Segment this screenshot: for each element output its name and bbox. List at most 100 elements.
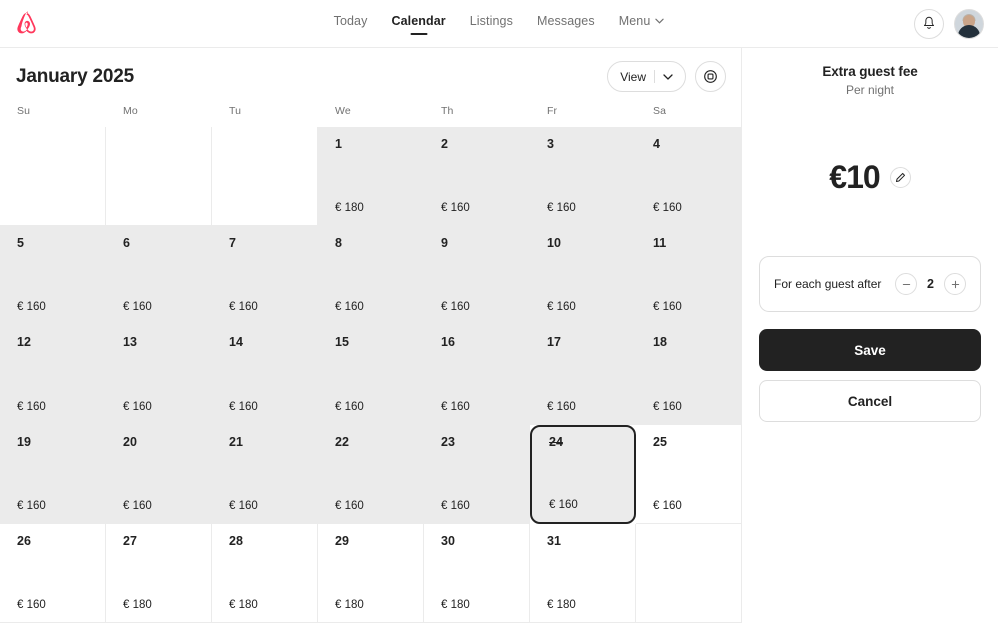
calendar-day-cell[interactable]: 20 € 160 — [106, 424, 212, 524]
day-number: 29 — [335, 533, 349, 548]
view-button-label: View — [620, 69, 646, 84]
page-body: January 2025 View Su Mo Tu We Th Fr Sa 1… — [0, 48, 998, 623]
extra-guest-fee-panel: Extra guest fee Per night €10 For each g… — [742, 48, 998, 623]
stepper-value: 2 — [927, 277, 934, 291]
day-price: € 160 — [653, 202, 682, 215]
stepper-controls: 2 — [895, 273, 966, 295]
calendar-day-cell[interactable]: 27 € 180 — [106, 523, 212, 623]
view-dropdown-button[interactable]: View — [607, 61, 686, 92]
notifications-button[interactable] — [914, 8, 944, 39]
day-number: 7 — [229, 236, 236, 251]
day-number: 30 — [441, 533, 455, 548]
panel-subtitle: Per night — [845, 83, 895, 97]
day-number: 25 — [653, 434, 667, 449]
day-number: 13 — [123, 335, 137, 350]
calendar-day-cell[interactable]: 9 € 160 — [424, 226, 530, 326]
day-price: € 160 — [547, 400, 576, 413]
day-price: € 160 — [229, 499, 258, 512]
day-number: 1 — [335, 137, 342, 151]
calendar-empty-cell — [0, 127, 106, 227]
calendar-day-cell[interactable]: 21 € 160 — [212, 424, 318, 524]
bell-icon — [923, 16, 935, 29]
calendar-day-cell[interactable]: 22 € 160 — [318, 424, 424, 524]
calendar-day-cell[interactable]: 12 € 160 — [0, 325, 106, 425]
calendar-day-cell[interactable]: 19 € 160 — [0, 424, 106, 524]
nav-item-today[interactable]: Today — [334, 10, 368, 37]
calendar-day-cell[interactable]: 11 € 160 — [636, 226, 742, 326]
cancel-button[interactable]: Cancel — [759, 380, 981, 422]
calendar-day-cell[interactable]: 30 € 180 — [424, 523, 530, 623]
airbnb-logo[interactable] — [14, 10, 39, 37]
day-price: € 160 — [123, 301, 152, 314]
calendar-settings-button[interactable] — [695, 61, 726, 92]
calendar-toolbar-actions: View — [607, 61, 726, 92]
calendar-day-cell[interactable]: 16 € 160 — [424, 325, 530, 425]
day-price: € 180 — [547, 598, 576, 611]
nav-item-listings[interactable]: Listings — [470, 10, 513, 37]
calendar-day-cell[interactable]: 8 € 160 — [318, 226, 424, 326]
calendar-month-title: January 2025 — [16, 65, 135, 87]
day-price: € 160 — [441, 499, 470, 512]
day-price: € 160 — [653, 400, 682, 413]
calendar-day-cell[interactable]: 18 € 160 — [636, 325, 742, 425]
day-number: 11 — [653, 236, 667, 251]
day-number: 3 — [547, 137, 554, 151]
avatar-body — [958, 25, 980, 38]
save-button[interactable]: Save — [759, 329, 981, 371]
calendar-day-cell[interactable]: 25 € 160 — [636, 424, 742, 524]
stepper-decrement-button[interactable] — [895, 273, 917, 295]
panel-title: Extra guest fee — [822, 64, 918, 79]
calendar-day-cell[interactable]: 24 € 160 — [530, 424, 636, 524]
calendar-day-cell[interactable]: 28 € 180 — [212, 523, 318, 623]
dow-fr: Fr — [547, 105, 558, 117]
day-number: 17 — [547, 335, 561, 350]
calendar-day-cell[interactable]: 14 € 160 — [212, 325, 318, 425]
calendar-day-cell[interactable]: 23 € 160 — [424, 424, 530, 524]
day-number: 21 — [229, 434, 243, 449]
day-number: 4 — [653, 137, 660, 151]
calendar-day-cell[interactable]: 5 € 160 — [0, 226, 106, 326]
stepper-increment-button[interactable] — [944, 273, 966, 295]
day-number: 14 — [229, 335, 243, 350]
calendar-empty-cell — [636, 523, 742, 623]
day-price: € 180 — [123, 598, 152, 611]
nav-item-calendar[interactable]: Calendar — [391, 10, 445, 37]
day-price: € 180 — [335, 202, 364, 215]
edit-price-button[interactable] — [889, 167, 911, 188]
nav-item-menu-label: Menu — [618, 14, 651, 28]
calendar-day-cell[interactable]: 13 € 160 — [106, 325, 212, 425]
nav-item-menu[interactable]: Menu — [619, 10, 665, 37]
calendar-day-cell[interactable]: 17 € 160 — [530, 325, 636, 425]
day-price: € 160 — [547, 202, 576, 215]
calendar-day-cell[interactable]: 1 € 180 — [318, 127, 424, 227]
user-avatar[interactable] — [954, 8, 984, 39]
calendar-day-cell[interactable]: 31 € 180 — [530, 523, 636, 623]
day-price: € 160 — [17, 301, 46, 314]
calendar-day-cell[interactable]: 4 € 160 — [636, 127, 742, 227]
calendar-day-cell[interactable]: 2 € 160 — [424, 127, 530, 227]
day-price: € 160 — [17, 499, 46, 512]
day-price: € 160 — [547, 301, 576, 314]
calendar-day-cell[interactable]: 10 € 160 — [530, 226, 636, 326]
calendar-day-cell[interactable]: 26 € 160 — [0, 523, 106, 623]
day-price: € 180 — [441, 598, 470, 611]
calendar-day-cell[interactable]: 7 € 160 — [212, 226, 318, 326]
calendar-day-cell[interactable]: 6 € 160 — [106, 226, 212, 326]
day-number: 5 — [17, 236, 24, 251]
stepper-label: For each guest after — [774, 277, 882, 291]
day-price: € 180 — [229, 598, 258, 611]
calendar-grid: 1 € 180 2 € 160 3 € 160 4 € 160 5 € 160 6 € 160 7 € 1… — [0, 127, 742, 623]
calendar-day-cell[interactable]: 3 € 160 — [530, 127, 636, 227]
day-number: 8 — [335, 236, 342, 251]
nav-item-messages[interactable]: Messages — [537, 10, 595, 37]
calendar-day-cell[interactable]: 15 € 160 — [318, 325, 424, 425]
guest-threshold-stepper: For each guest after 2 — [759, 256, 981, 312]
calendar-empty-cell — [106, 127, 212, 227]
day-price: € 160 — [335, 499, 364, 512]
day-price: € 160 — [229, 301, 258, 314]
dow-mo: Mo — [123, 105, 138, 117]
calendar-day-cell[interactable]: 29 € 180 — [318, 523, 424, 623]
target-settings-icon — [704, 70, 717, 83]
day-price: € 160 — [441, 301, 470, 314]
minus-icon — [902, 283, 910, 285]
